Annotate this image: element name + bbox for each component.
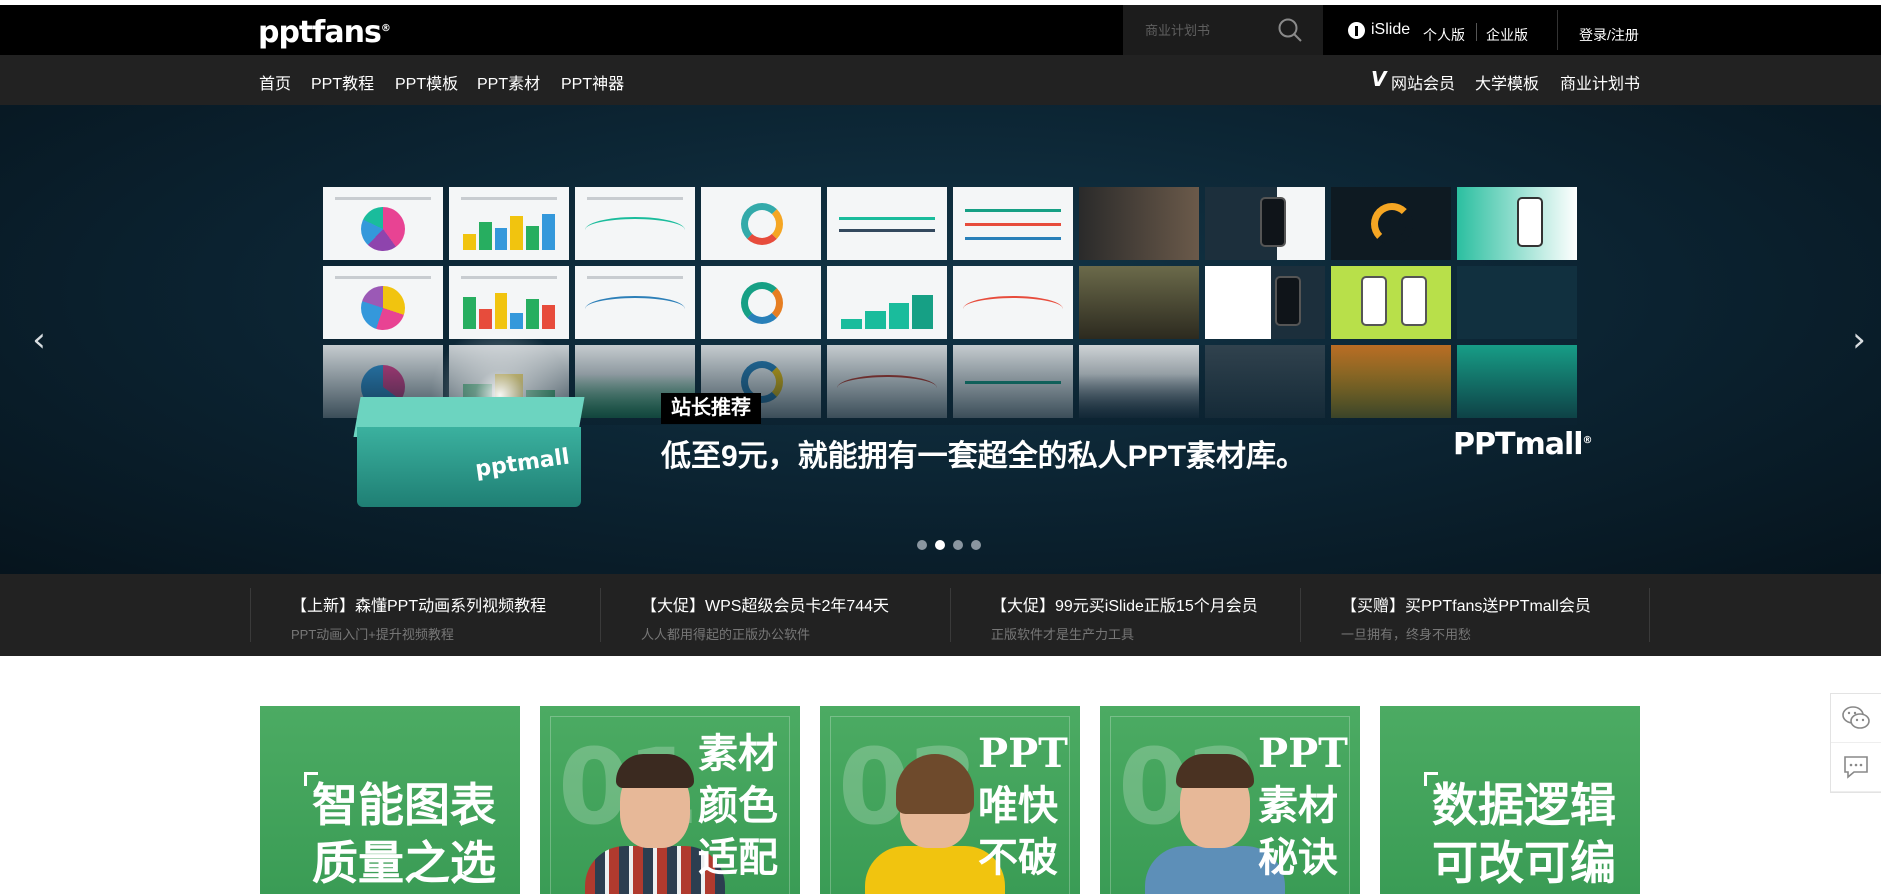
card-text: PPT唯快不破 — [978, 730, 1068, 881]
feature-card[interactable]: 数据逻辑可改可编 — [1380, 706, 1640, 894]
search-icon[interactable] — [1275, 15, 1305, 45]
card-text: 智能图表质量之选 — [312, 778, 496, 890]
pptmall-box-graphic: pptmall — [353, 397, 585, 515]
chat-icon — [1844, 756, 1868, 779]
nav-ppt-tutorials[interactable]: PPT教程 — [311, 70, 374, 94]
thumbnail — [827, 266, 947, 339]
enterprise-edition-link[interactable]: 企业版 — [1486, 25, 1528, 45]
nav-ppt-materials[interactable]: PPT素材 — [477, 70, 540, 94]
feature-card[interactable]: 01 素材颜色适配 — [540, 706, 800, 894]
thumbnail — [575, 266, 695, 339]
side-float-bar — [1830, 693, 1881, 793]
thumbnail — [449, 187, 569, 260]
nav-ppt-templates[interactable]: PPT模板 — [395, 70, 458, 94]
carousel-dot[interactable] — [953, 540, 963, 550]
promo-tag: 站长推荐 — [661, 393, 761, 424]
announcement-strip: 【上新】森懂PPT动画系列视频教程 PPT动画入门+提升视频教程 【大促】WPS… — [0, 574, 1881, 656]
news-title[interactable]: 【买赠】买PPTfans送PPTmall会员 — [1341, 592, 1649, 616]
news-title[interactable]: 【大促】WPS超级会员卡2年744天 — [641, 592, 950, 616]
thumbnail — [701, 266, 821, 339]
news-title[interactable]: 【大促】99元买iSlide正版15个月会员 — [991, 592, 1300, 616]
thumbnail — [1079, 187, 1199, 260]
thumbnail — [953, 187, 1073, 260]
carousel-dot[interactable] — [917, 540, 927, 550]
card-text: PPT素材秘诀 — [1258, 730, 1348, 881]
wechat-icon — [1842, 706, 1870, 729]
thumbnail — [1457, 187, 1577, 260]
carousel-next-icon[interactable]: › — [1847, 323, 1871, 357]
thumbnail — [953, 266, 1073, 339]
news-item[interactable]: 【大促】99元买iSlide正版15个月会员 正版软件才是生产力工具 — [950, 588, 1300, 642]
site-logo[interactable]: pptfans® — [258, 15, 391, 50]
feature-card[interactable]: 02 PPT素材秘诀 — [1100, 706, 1360, 894]
vip-icon: V — [1371, 67, 1387, 91]
nav-business-plan[interactable]: 商业计划书 — [1560, 70, 1640, 94]
nav-ppt-tools[interactable]: PPT神器 — [561, 70, 624, 94]
thumbnail — [1331, 187, 1451, 260]
news-item[interactable]: 【上新】森懂PPT动画系列视频教程 PPT动画入门+提升视频教程 — [250, 588, 600, 642]
card-text: 素材颜色适配 — [698, 730, 778, 881]
divider — [1476, 23, 1477, 41]
news-title[interactable]: 【上新】森懂PPT动画系列视频教程 — [291, 592, 600, 616]
nav-home[interactable]: 首页 — [259, 70, 291, 94]
carousel-dot[interactable] — [971, 540, 981, 550]
thumbnail — [827, 187, 947, 260]
pptmall-logo: PPTmall® — [1453, 427, 1593, 462]
search-input[interactable] — [1133, 17, 1273, 43]
carousel-dots — [917, 540, 981, 550]
top-bar: pptfans® iSlide 个人版 企业版 登录/注册 — [0, 5, 1881, 55]
news-item[interactable]: 【大促】WPS超级会员卡2年744天 人人都用得起的正版办公软件 — [600, 588, 950, 642]
islide-icon — [1348, 21, 1365, 39]
carousel-prev-icon[interactable]: ‹ — [27, 323, 51, 357]
news-subtitle: 正版软件才是生产力工具 — [991, 627, 1135, 642]
news-subtitle: PPT动画入门+提升视频教程 — [291, 627, 454, 642]
feature-card[interactable]: 智能图表质量之选 — [260, 706, 520, 894]
hero-carousel[interactable]: pptmall 站长推荐 低至9元，就能拥有一套超全的私人PPT素材库。 PPT… — [0, 105, 1881, 574]
thumbnail — [1079, 266, 1199, 339]
news-subtitle: 一旦拥有，终身不用愁 — [1341, 627, 1472, 642]
thumbnail — [1331, 266, 1451, 339]
login-register-link[interactable]: 登录/注册 — [1579, 25, 1639, 45]
thumbnail — [1205, 187, 1325, 260]
nav-university-templates[interactable]: 大学模板 — [1475, 70, 1539, 94]
promo-headline[interactable]: 低至9元，就能拥有一套超全的私人PPT素材库。 — [661, 431, 1306, 475]
carousel-dot[interactable] — [935, 540, 945, 550]
thumbnail — [323, 187, 443, 260]
thumbnail — [701, 187, 821, 260]
personal-edition-link[interactable]: 个人版 — [1423, 25, 1465, 45]
news-subtitle: 人人都用得起的正版办公软件 — [641, 627, 811, 642]
feature-cards: 智能图表质量之选 01 素材颜色适配 03 PPT唯快不破 02 PPT素材秘诀 — [260, 706, 1640, 894]
thumbnail — [323, 266, 443, 339]
wechat-button[interactable] — [1831, 694, 1881, 743]
news-item[interactable]: 【买赠】买PPTfans送PPTmall会员 一旦拥有，终身不用愁 — [1300, 588, 1650, 642]
divider — [1557, 10, 1558, 50]
thumbnail — [1457, 266, 1577, 339]
chat-button[interactable] — [1831, 743, 1881, 792]
islide-label: iSlide — [1371, 21, 1411, 38]
thumbnail — [1205, 266, 1325, 339]
feature-card[interactable]: 03 PPT唯快不破 — [820, 706, 1080, 894]
card-text: 数据逻辑可改可编 — [1432, 778, 1616, 890]
search-box — [1123, 5, 1323, 55]
islide-link[interactable]: iSlide — [1348, 21, 1410, 39]
nav-site-membership[interactable]: 网站会员 — [1391, 70, 1455, 94]
thumbnail — [575, 187, 695, 260]
main-nav: 首页 PPT教程 PPT模板 PPT素材 PPT神器 V 网站会员 大学模板 商… — [0, 55, 1881, 105]
